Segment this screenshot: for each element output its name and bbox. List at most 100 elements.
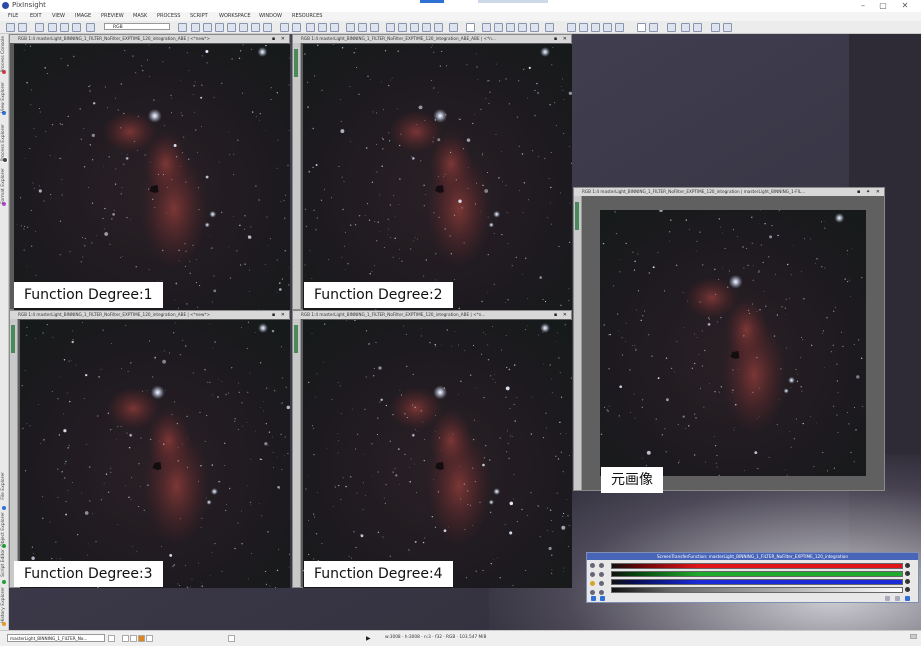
zoom-fit-icon[interactable] — [292, 23, 301, 32]
menu-resources[interactable]: RESOURCES — [292, 13, 322, 19]
astro-image[interactable] — [303, 320, 572, 588]
preview-edit-icon[interactable] — [494, 23, 503, 32]
proofing-icon[interactable] — [723, 23, 732, 32]
save-icon[interactable] — [60, 23, 69, 32]
channel-select[interactable]: RGB — [104, 23, 170, 30]
stf-boost-icon[interactable] — [434, 23, 443, 32]
redo-icon[interactable] — [18, 23, 27, 32]
stf-green-channel-slider[interactable] — [611, 571, 903, 577]
minimize-icon[interactable]: – — [856, 0, 870, 11]
window-controls-icon[interactable]: ▪ ✕ — [272, 311, 287, 319]
status-grid-icon[interactable] — [228, 635, 235, 642]
resize-grip-icon[interactable] — [910, 634, 917, 639]
astro-image[interactable] — [303, 44, 572, 310]
window-iconize-icon[interactable] — [591, 23, 600, 32]
stf-luminance-slider[interactable] — [611, 587, 903, 593]
tab-history-explorer[interactable]: History Explorer — [1, 587, 7, 623]
track-view-icon[interactable] — [466, 23, 475, 32]
stf-link-icon[interactable] — [590, 563, 595, 568]
astro-image[interactable] — [600, 210, 866, 476]
open-icon[interactable] — [48, 23, 57, 32]
menu-window[interactable]: WINDOW — [259, 13, 282, 19]
zoom-in-icon[interactable] — [35, 23, 44, 32]
window-cascade-icon[interactable] — [579, 23, 588, 32]
mask-show-icon[interactable] — [346, 23, 355, 32]
image-window-degree-4[interactable]: RGB 1:4 masterLight_BINNING_1_FILTER_NoF… — [292, 310, 572, 588]
close-icon[interactable]: ✕ — [898, 0, 912, 11]
stf-reset-icon[interactable] — [599, 590, 604, 595]
preview-new-icon[interactable] — [482, 23, 491, 32]
view-select[interactable]: masterLight_BINNING_1_FILTER_No... — [7, 634, 105, 642]
color-manage-icon[interactable] — [711, 23, 720, 32]
window-deiconize-icon[interactable] — [603, 23, 612, 32]
stf-blue-toggle-icon[interactable] — [905, 579, 910, 584]
select-icon[interactable] — [239, 23, 248, 32]
zoom-out-icon[interactable] — [306, 23, 315, 32]
stf-zoom-in-icon[interactable] — [590, 572, 595, 577]
zoom-window-icon[interactable] — [330, 23, 339, 32]
stf-title[interactable]: ScreenTransferFunction: masterLight_BINN… — [587, 553, 918, 560]
status-mode-4-icon[interactable] — [146, 635, 153, 642]
stf-icon[interactable] — [386, 23, 395, 32]
view-selector-tab[interactable] — [10, 319, 18, 587]
stf-green-toggle-icon[interactable] — [905, 571, 910, 576]
duplicate-icon[interactable] — [86, 23, 95, 32]
stf-blue-channel-slider[interactable] — [611, 579, 903, 585]
zoom-1-icon[interactable] — [280, 23, 289, 32]
status-mode-1-icon[interactable] — [122, 635, 129, 642]
workspace-1-icon[interactable] — [637, 23, 646, 32]
window-controls-icon[interactable]: ▪ ✦ ✕ — [857, 188, 882, 196]
undo-icon[interactable] — [6, 23, 15, 32]
stf-red-toggle-icon[interactable] — [905, 563, 910, 568]
preview-store-icon[interactable] — [518, 23, 527, 32]
window-shade-icon[interactable] — [615, 23, 624, 32]
menu-workspace[interactable]: WORKSPACE — [219, 13, 250, 19]
view-selector-tab[interactable] — [293, 319, 301, 587]
close-image-icon[interactable] — [72, 23, 81, 32]
menu-view[interactable]: VIEW — [52, 13, 65, 19]
window-controls-icon[interactable]: ▪ ✕ — [554, 311, 569, 319]
view-selector-tab[interactable] — [293, 43, 301, 309]
maximize-icon[interactable]: ▢ — [876, 0, 890, 11]
stf-lum-toggle-icon[interactable] — [905, 587, 910, 592]
menu-image[interactable]: IMAGE — [75, 13, 91, 19]
mask-invert-icon[interactable] — [370, 23, 379, 32]
mask-enable-icon[interactable] — [358, 23, 367, 32]
tab-script-editor[interactable]: Script Editor — [1, 549, 7, 577]
window-controls-icon[interactable]: ▪ ✕ — [554, 35, 569, 43]
menu-file[interactable]: FILE — [8, 13, 18, 19]
stf-apply-icon[interactable] — [600, 596, 605, 601]
readout-icon[interactable] — [227, 23, 236, 32]
stf-preview-icon[interactable] — [895, 596, 900, 601]
play-icon[interactable]: ▶ — [366, 635, 373, 642]
status-lock-icon[interactable] — [108, 635, 115, 642]
stf-check-icon[interactable] — [905, 596, 910, 601]
astro-image[interactable] — [14, 44, 290, 310]
monitor-2-icon[interactable] — [693, 23, 702, 32]
fit-icon[interactable] — [191, 23, 200, 32]
menu-script[interactable]: SCRIPT — [190, 13, 208, 19]
pan-icon[interactable] — [178, 23, 187, 32]
tab-process-explorer[interactable]: Process Explorer — [1, 124, 7, 161]
window-tile-icon[interactable] — [567, 23, 576, 32]
stf-reset-button-icon[interactable] — [885, 596, 890, 601]
preview-restore-icon[interactable] — [530, 23, 539, 32]
crosshair-icon[interactable] — [215, 23, 224, 32]
dynamic-icon[interactable] — [263, 23, 272, 32]
menu-process[interactable]: PROCESS — [157, 13, 180, 19]
display-channel-icon[interactable] — [449, 23, 458, 32]
image-window-degree-2[interactable]: RGB 1:4 masterLight_BINNING_1_FILTER_NoF… — [292, 34, 572, 310]
menu-mask[interactable]: MASK — [133, 13, 147, 19]
image-window-original[interactable]: RGB 1:4 masterLight_BINNING_1_FILTER_NoF… — [573, 187, 885, 491]
stf-zoom-out-icon[interactable] — [599, 572, 604, 577]
window-controls-icon[interactable]: ▪ ✕ — [272, 35, 287, 43]
menu-preview[interactable]: PREVIEW — [101, 13, 124, 19]
stf-boost-icon[interactable] — [599, 581, 604, 586]
preview-icon[interactable] — [251, 23, 260, 32]
view-selector-tab[interactable] — [574, 196, 582, 490]
window-title[interactable]: RGB 1:4 masterLight_BINNING_1_FILTER_NoF… — [10, 35, 289, 43]
move-icon[interactable] — [203, 23, 212, 32]
tab-view-explorer[interactable]: View Explorer — [1, 82, 7, 113]
stf-new-instance-icon[interactable] — [591, 596, 596, 601]
tab-process-console[interactable]: Process Console — [1, 36, 7, 72]
